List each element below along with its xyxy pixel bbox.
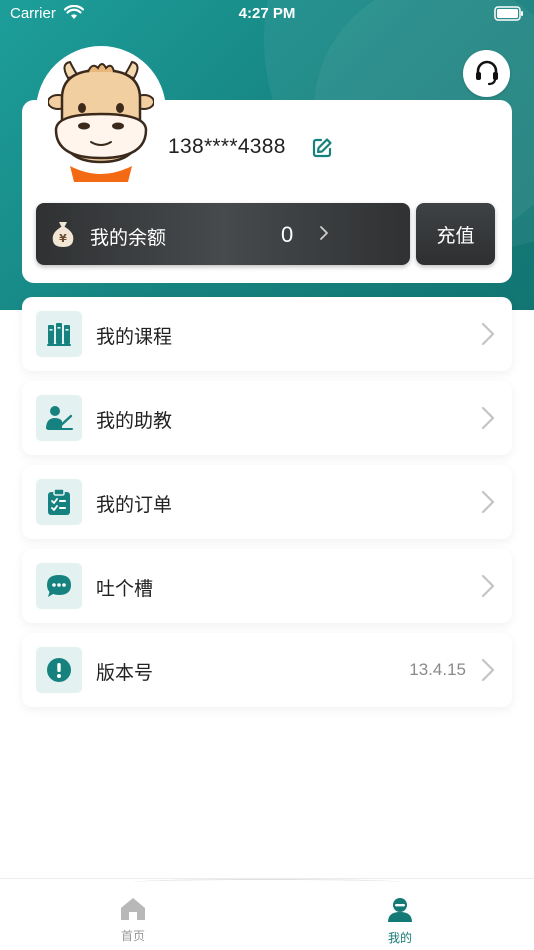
balance-button[interactable]: ¥ 我的余额 0	[36, 203, 410, 265]
clipboard-checklist-icon	[36, 479, 82, 525]
avatar[interactable]	[47, 58, 155, 182]
edit-icon[interactable]	[311, 137, 333, 163]
money-bag-icon: ¥	[50, 220, 76, 252]
tab-label: 我的	[387, 931, 412, 945]
svg-text:¥: ¥	[59, 232, 67, 245]
headset-icon	[472, 57, 502, 91]
chevron-right-icon	[480, 322, 496, 350]
menu-item-label: 版本号	[96, 662, 154, 684]
books-icon	[36, 311, 82, 357]
teacher-icon	[36, 395, 82, 441]
home-icon	[120, 898, 146, 925]
info-alert-icon	[36, 647, 82, 693]
chevron-right-icon	[480, 658, 496, 686]
user-icon	[387, 898, 413, 927]
chevron-right-icon	[319, 225, 329, 245]
menu-item-my-assistant[interactable]: 我的助教	[22, 381, 512, 455]
menu-item-label: 我的订单	[96, 494, 173, 516]
chevron-right-icon	[480, 406, 496, 434]
menu-item-label: 吐个槽	[96, 578, 154, 600]
tab-bar: 首页 我的	[0, 878, 534, 950]
chevron-right-icon	[480, 574, 496, 602]
tab-label: 首页	[120, 929, 145, 943]
customer-service-button[interactable]	[463, 50, 510, 97]
menu-item-version[interactable]: 版本号 13.4.15	[22, 633, 512, 707]
balance-label: 我的余额	[90, 227, 167, 249]
user-phone-number: 138****4388	[168, 135, 286, 158]
tab-mine[interactable]: 我的	[370, 897, 430, 946]
menu-item-my-courses[interactable]: 我的课程	[22, 297, 512, 371]
menu-item-label: 我的课程	[96, 326, 173, 348]
menu-item-label: 我的助教	[96, 410, 173, 432]
recharge-button[interactable]: 充值	[416, 203, 495, 265]
tab-bar-divider	[134, 879, 400, 885]
balance-value: 0	[281, 222, 294, 247]
menu-item-my-orders[interactable]: 我的订单	[22, 465, 512, 539]
status-bar: Carrier 4:27 PM	[0, 0, 534, 30]
tab-home[interactable]: 首页	[103, 897, 163, 944]
chat-bubble-icon	[36, 563, 82, 609]
menu-item-feedback[interactable]: 吐个槽	[22, 549, 512, 623]
chevron-right-icon	[480, 490, 496, 518]
version-number: 13.4.15	[409, 660, 466, 679]
battery-icon	[494, 6, 524, 25]
status-time: 4:27 PM	[238, 5, 296, 22]
